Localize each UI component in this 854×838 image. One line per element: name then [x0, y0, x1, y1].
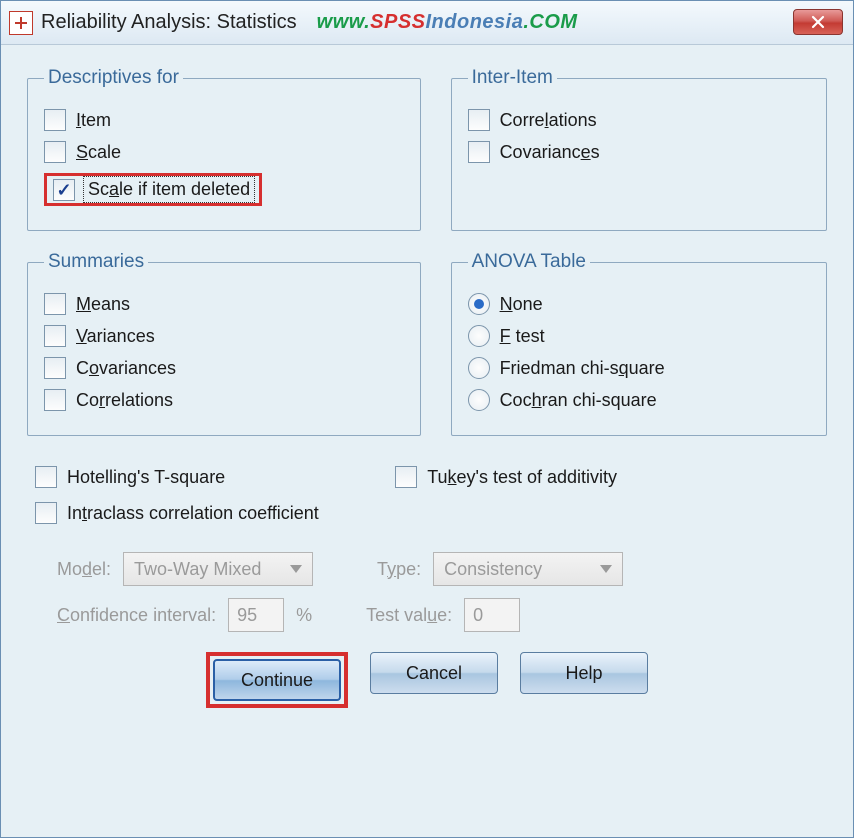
checkbox-item-label: Item [76, 110, 111, 131]
radio-icon [468, 357, 490, 379]
checkbox-icon [395, 466, 417, 488]
test-value-label: Test value: [366, 605, 452, 626]
test-value-field: 0 [464, 598, 520, 632]
watermark-www: www. [317, 11, 370, 33]
group-inter-item: Inter-Item Correlations Covariances [451, 67, 827, 231]
radio-icon [468, 389, 490, 411]
checkbox-ii-covariances-label: Covariances [500, 142, 600, 163]
radio-friedman[interactable]: Friedman chi-square [468, 357, 810, 379]
help-button[interactable]: Help [520, 652, 648, 694]
radio-f-test[interactable]: F test [468, 325, 810, 347]
checkbox-icon [468, 141, 490, 163]
checkbox-item[interactable]: Item [44, 109, 404, 131]
chevron-down-icon [600, 565, 612, 573]
model-dropdown-value: Two-Way Mixed [134, 559, 261, 580]
radio-cochran-label: Cochran chi-square [500, 390, 657, 411]
checkbox-icon [35, 502, 57, 524]
radio-icon [468, 293, 490, 315]
group-summaries-legend: Summaries [44, 251, 148, 273]
model-label: Model: [57, 559, 111, 580]
radio-icon [468, 325, 490, 347]
radio-f-test-label: F test [500, 326, 545, 347]
group-inter-item-legend: Inter-Item [468, 67, 557, 89]
type-dropdown-value: Consistency [444, 559, 542, 580]
group-anova: ANOVA Table None F test Friedman chi-squ… [451, 251, 827, 436]
highlight-continue: Continue [206, 652, 348, 708]
checkbox-ii-correlations[interactable]: Correlations [468, 109, 810, 131]
continue-button[interactable]: Continue [213, 659, 341, 701]
checkbox-variances[interactable]: Variances [44, 325, 404, 347]
checkbox-scale-if-deleted[interactable] [53, 179, 75, 201]
confidence-interval-label: Confidence interval: [57, 605, 216, 626]
checkbox-hotelling[interactable]: Hotelling's T-square [35, 466, 225, 488]
checkbox-intraclass-label: Intraclass correlation coefficient [67, 503, 319, 524]
checkbox-scale-if-deleted-wrap: Scale if item deleted [44, 173, 404, 206]
checkbox-icon [35, 466, 57, 488]
percent-label: % [296, 605, 312, 626]
close-icon [811, 15, 825, 29]
checkbox-hotelling-label: Hotelling's T-square [67, 467, 225, 488]
checkbox-icon [44, 141, 66, 163]
button-row: Continue Cancel Help [27, 652, 827, 708]
checkbox-tukey-label: Tukey's test of additivity [427, 467, 617, 488]
checkbox-means-label: Means [76, 294, 130, 315]
titlebar: Reliability Analysis: Statistics www.SPS… [1, 1, 853, 45]
radio-friedman-label: Friedman chi-square [500, 358, 665, 379]
intraclass-subpanel: Model: Two-Way Mixed Type: Consistency C… [27, 534, 827, 632]
watermark-com: .COM [523, 11, 577, 33]
watermark-indo: Indonesia [426, 11, 524, 33]
type-dropdown: Consistency [433, 552, 623, 586]
checkbox-icon [44, 325, 66, 347]
type-label: Type: [377, 559, 421, 580]
checkbox-sum-correlations-label: Correlations [76, 390, 173, 411]
group-anova-legend: ANOVA Table [468, 251, 590, 273]
dialog-window: Reliability Analysis: Statistics www.SPS… [0, 0, 854, 838]
checkbox-icon [44, 293, 66, 315]
radio-cochran[interactable]: Cochran chi-square [468, 389, 810, 411]
checkbox-sum-covariances[interactable]: Covariances [44, 357, 404, 379]
app-icon [9, 11, 33, 35]
checkbox-icon [44, 389, 66, 411]
group-summaries: Summaries Means Variances Covariances Co… [27, 251, 421, 436]
checkbox-scale[interactable]: Scale [44, 141, 404, 163]
chevron-down-icon [290, 565, 302, 573]
checkbox-icon [468, 109, 490, 131]
dialog-content: Descriptives for Item Scale Scale if ite… [1, 45, 853, 718]
checkbox-intraclass[interactable]: Intraclass correlation coefficient [35, 502, 827, 524]
highlight-scale-if-deleted: Scale if item deleted [44, 173, 262, 206]
checkbox-variances-label: Variances [76, 326, 155, 347]
group-descriptives-legend: Descriptives for [44, 67, 183, 89]
confidence-interval-field: 95 [228, 598, 284, 632]
close-button[interactable] [793, 9, 843, 35]
checkbox-tukey[interactable]: Tukey's test of additivity [395, 466, 617, 488]
checkbox-icon [44, 357, 66, 379]
checkbox-icon [44, 109, 66, 131]
checkbox-ii-covariances[interactable]: Covariances [468, 141, 810, 163]
window-title: Reliability Analysis: Statistics [41, 11, 297, 34]
radio-none-label: None [500, 294, 543, 315]
checkbox-scale-label: Scale [76, 142, 121, 163]
cancel-button[interactable]: Cancel [370, 652, 498, 694]
checkbox-ii-correlations-label: Correlations [500, 110, 597, 131]
watermark-spss: SPSS [370, 11, 425, 33]
radio-none[interactable]: None [468, 293, 810, 315]
checkbox-sum-correlations[interactable]: Correlations [44, 389, 404, 411]
group-descriptives: Descriptives for Item Scale Scale if ite… [27, 67, 421, 231]
checkbox-means[interactable]: Means [44, 293, 404, 315]
checkbox-scale-if-deleted-label: Scale if item deleted [85, 178, 253, 201]
model-dropdown: Two-Way Mixed [123, 552, 313, 586]
watermark: www.SPSSIndonesia.COM [317, 11, 578, 34]
checkbox-sum-covariances-label: Covariances [76, 358, 176, 379]
